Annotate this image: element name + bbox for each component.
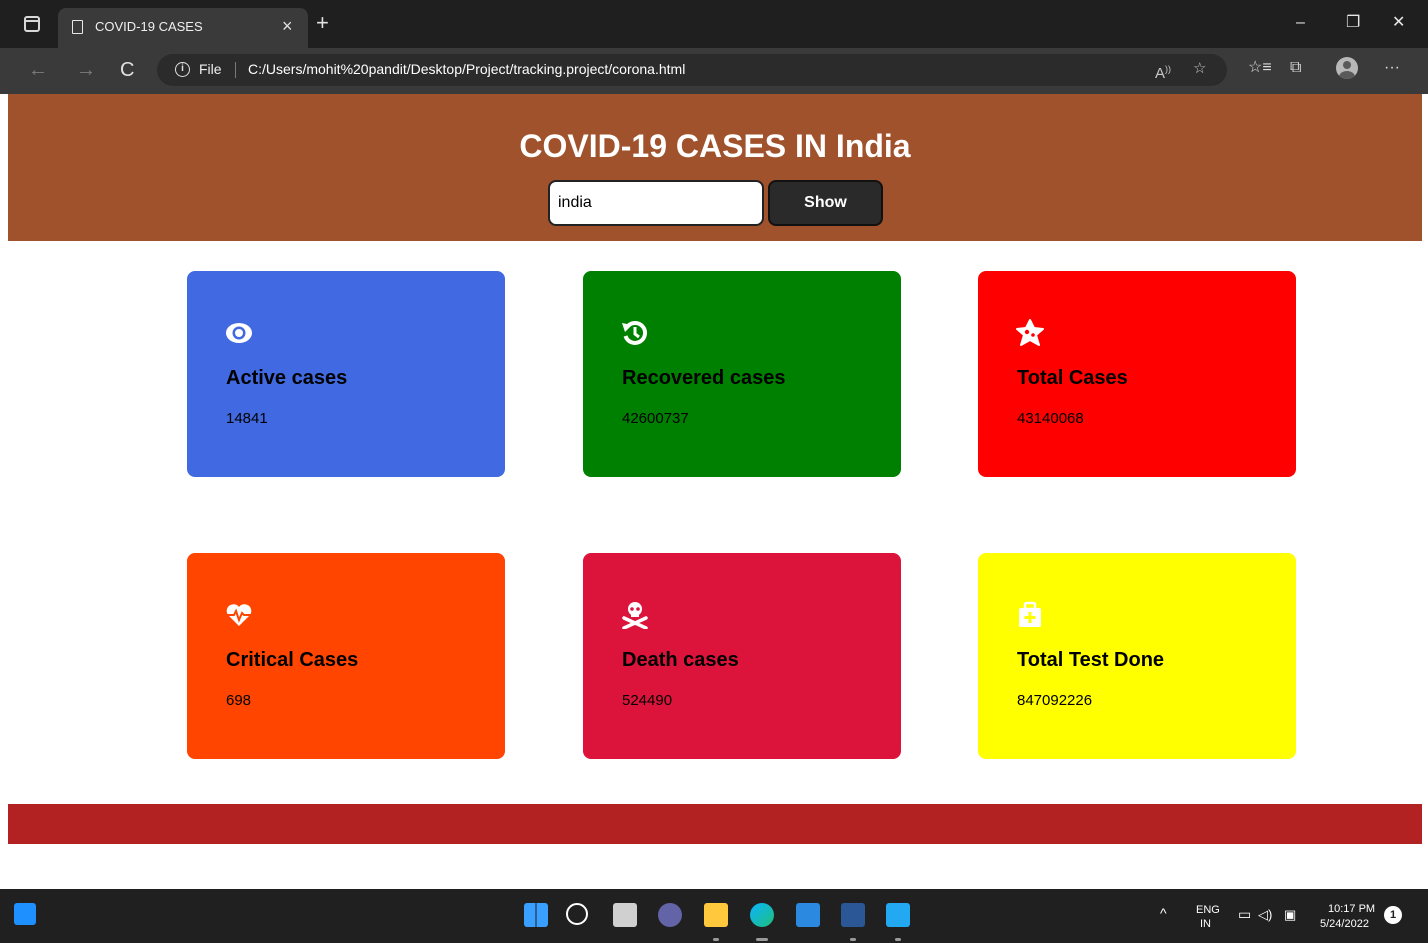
close-window-icon[interactable]: ✕	[1392, 14, 1405, 32]
clock-date[interactable]: 5/24/2022	[1320, 918, 1369, 931]
card-label: Recovered cases	[622, 367, 786, 389]
card-total-tests: Total Test Done 847092226	[978, 553, 1296, 759]
tab-actions-icon[interactable]	[24, 16, 40, 32]
page-header: COVID-19 CASES IN India Show	[8, 94, 1422, 241]
store-icon[interactable]	[796, 903, 820, 927]
scheme-label: File	[199, 61, 222, 77]
country-search-input[interactable]	[548, 180, 764, 226]
refresh-icon[interactable]: C	[120, 59, 134, 81]
card-total-cases: Total Cases 43140068	[978, 271, 1296, 477]
address-separator	[235, 62, 236, 78]
history-icon	[622, 321, 648, 345]
page-icon	[72, 20, 83, 34]
tray-chevron-icon[interactable]: ^	[1160, 906, 1167, 920]
tab-title: COVID-19 CASES	[95, 19, 203, 34]
read-aloud-icon[interactable]: A))	[1155, 60, 1171, 83]
eye-icon	[226, 323, 252, 343]
notification-badge[interactable]: 1	[1384, 906, 1402, 924]
restore-icon[interactable]: ❐	[1346, 14, 1360, 32]
vscode-icon[interactable]	[886, 903, 910, 927]
language-label[interactable]: ENG	[1196, 904, 1220, 917]
forward-icon[interactable]: →	[76, 59, 96, 81]
page-title: COVID-19 CASES IN India	[519, 128, 911, 164]
region-label[interactable]: IN	[1200, 918, 1211, 931]
search-icon[interactable]	[566, 903, 588, 925]
show-button[interactable]: Show	[768, 180, 883, 226]
collections-icon[interactable]: ⧉	[1290, 58, 1301, 78]
card-value: 847092226	[1017, 692, 1093, 709]
url-text[interactable]: C:/Users/mohit%20pandit/Desktop/Project/…	[248, 61, 685, 77]
profile-icon[interactable]	[1336, 57, 1358, 79]
medkit-icon	[1019, 601, 1041, 627]
widgets-icon[interactable]	[14, 903, 36, 925]
windows-taskbar: ^ ENG IN ▭ ◁) ▣ 10:17 PM 5/24/2022	[0, 889, 1428, 943]
edge-icon[interactable]	[750, 903, 774, 927]
file-explorer-icon[interactable]	[704, 903, 728, 927]
word-icon[interactable]	[841, 903, 865, 927]
site-info-icon[interactable]: i	[175, 62, 190, 77]
browser-addressbar: ← → C i File C:/Users/mohit%20pandit/Des…	[0, 48, 1428, 94]
back-icon[interactable]: ←	[28, 59, 48, 81]
browser-titlebar: COVID-19 CASES × + – ❐ ✕	[0, 0, 1428, 48]
heartbeat-icon	[226, 604, 252, 626]
card-death-cases: Death cases 524490	[583, 553, 901, 759]
volume-icon[interactable]: ◁)	[1258, 908, 1272, 921]
page-footer	[8, 804, 1422, 844]
task-view-icon[interactable]	[613, 903, 637, 927]
browser-tab[interactable]: COVID-19 CASES ×	[58, 8, 308, 48]
card-label: Critical Cases	[226, 649, 359, 671]
card-recovered-cases: Recovered cases 42600737	[583, 271, 901, 477]
card-label: Active cases	[226, 367, 348, 389]
start-icon[interactable]	[524, 903, 548, 927]
card-label: Total Test Done	[1017, 649, 1165, 671]
running-indicator	[713, 938, 719, 941]
running-indicator	[895, 938, 901, 941]
add-favorite-icon[interactable]: ☆	[1193, 60, 1206, 78]
minimize-icon[interactable]: –	[1296, 14, 1305, 32]
skull-crossbones-icon	[622, 602, 648, 629]
running-indicator	[756, 938, 768, 941]
card-value: 42600737	[622, 410, 689, 427]
tab-close-icon[interactable]: ×	[282, 16, 293, 36]
clock-time[interactable]: 10:17 PM	[1328, 903, 1375, 916]
more-icon[interactable]: ···	[1384, 58, 1400, 78]
battery-icon[interactable]: ▣	[1284, 908, 1296, 921]
running-indicator	[850, 938, 856, 941]
new-tab-icon[interactable]: +	[316, 12, 329, 34]
card-label: Death cases	[622, 649, 739, 671]
card-value: 524490	[622, 692, 673, 709]
card-value: 43140068	[1017, 410, 1084, 427]
card-critical-cases: Critical Cases 698	[187, 553, 505, 759]
network-icon[interactable]: ▭	[1238, 907, 1251, 921]
chat-icon[interactable]	[658, 903, 682, 927]
card-active-cases: Active cases 14841	[187, 271, 505, 477]
favorites-icon[interactable]: ☆≡	[1248, 58, 1272, 78]
card-value: 698	[226, 692, 252, 709]
address-bar[interactable]: i File C:/Users/mohit%20pandit/Desktop/P…	[157, 54, 1227, 86]
card-value: 14841	[226, 410, 268, 427]
virus-icon	[1016, 319, 1044, 346]
card-label: Total Cases	[1017, 367, 1128, 389]
